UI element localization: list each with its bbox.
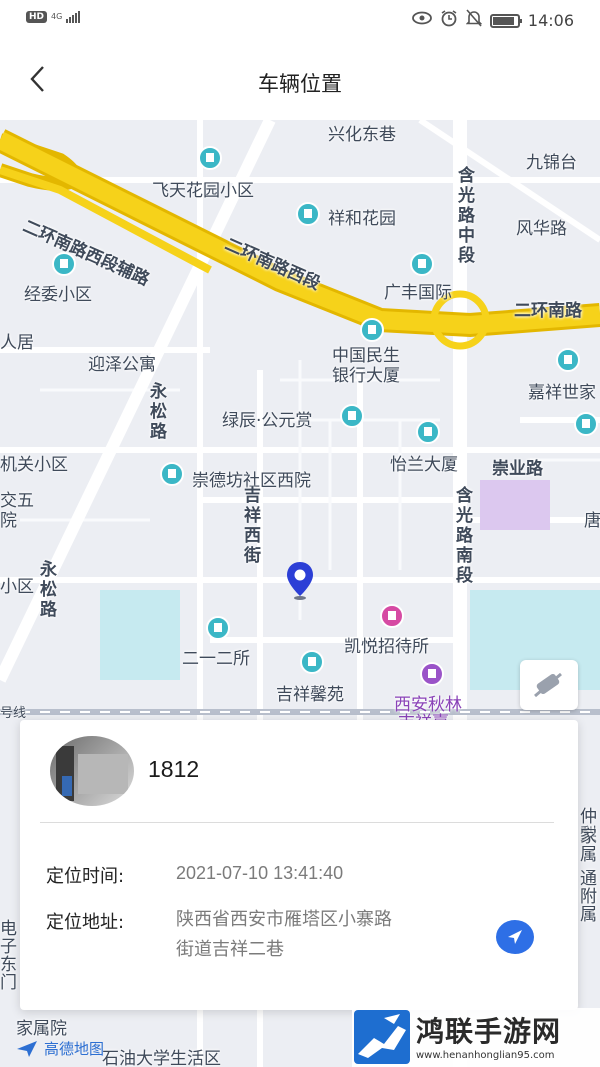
- poi-icon: [360, 318, 384, 342]
- poi-icon: [296, 202, 320, 226]
- vehicle-photo: [50, 736, 134, 806]
- poi-icon: [556, 348, 580, 372]
- map-label: 经委小区: [24, 285, 92, 305]
- map-label: 怡兰大厦: [390, 455, 458, 475]
- vehicle-name: 1812: [148, 756, 200, 782]
- poi-icon: [300, 650, 324, 674]
- map-label: 院: [0, 511, 17, 531]
- map-label: 嘉祥世家: [528, 383, 596, 403]
- map-label: 家属: [580, 827, 597, 865]
- watermark: 鸿联手游网 www.henanhonglian95.com: [352, 1008, 600, 1067]
- map-label: 吉祥馨苑: [276, 685, 344, 705]
- map-label: 九锦台: [526, 153, 577, 173]
- hd-badge: HD: [26, 10, 48, 23]
- page-title: 车辆位置: [258, 72, 342, 96]
- poi-icon: [52, 252, 76, 276]
- road-label: 崇业路: [492, 459, 543, 479]
- vehicle-info-card: 1812 定位时间: 2021-07-10 13:41:40 定位地址: 陕西省…: [20, 720, 578, 1010]
- divider: [40, 822, 554, 823]
- map-label: 广丰国际: [384, 283, 452, 303]
- road-label: 含光路南段: [456, 486, 473, 586]
- mall-icon: [420, 662, 444, 686]
- road-label: 含光路中段: [458, 166, 475, 266]
- road-label: 永松路: [40, 560, 57, 620]
- layers-icon: [534, 672, 562, 698]
- map-label: 人居: [0, 333, 34, 353]
- navigate-button[interactable]: [496, 920, 534, 954]
- clock: 14:06: [527, 11, 574, 30]
- poi-icon: [340, 404, 364, 428]
- map-label: 家属院: [16, 1019, 67, 1039]
- map-label: 附属: [580, 887, 597, 925]
- map-label: 号线: [0, 706, 27, 721]
- map-label: 迎泽公寓: [88, 355, 156, 375]
- status-bar: HD 4G 14:06: [0, 0, 600, 40]
- map-label: 祥和花园: [328, 209, 396, 229]
- location-address-line1: 陕西省西安市雁塔区小寨路: [176, 909, 392, 930]
- eye-icon: [411, 11, 432, 30]
- poi-icon: [410, 252, 434, 276]
- map-label: 凯悦招待所: [344, 637, 429, 657]
- poi-icon: [198, 146, 222, 170]
- map-label: 石油大学生活区: [102, 1049, 221, 1067]
- map-label: 机关小区: [0, 455, 68, 475]
- watermark-url: www.henanhonglian95.com: [416, 1050, 555, 1061]
- network-type: 4G: [51, 11, 63, 21]
- map-label: 兴化东巷: [328, 125, 396, 145]
- map-logo: 高德地图: [16, 1038, 104, 1059]
- location-pin-icon[interactable]: [284, 560, 316, 600]
- poi-icon: [206, 616, 230, 640]
- map-label: 中国民生银行大厦: [332, 346, 400, 386]
- signal-icon: [66, 10, 81, 23]
- poi-icon: [574, 412, 598, 436]
- nav-bar: 车辆位置: [0, 40, 600, 120]
- map-label: 风华路: [516, 219, 567, 239]
- battery-icon: [489, 13, 522, 28]
- map-label: 电子: [0, 919, 17, 957]
- map-label: 东门: [0, 955, 17, 993]
- status-right: 14:06: [411, 9, 574, 32]
- map-label: 小区: [0, 577, 34, 597]
- hotel-icon: [380, 604, 404, 628]
- layer-toggle-button[interactable]: [520, 660, 578, 710]
- map-label: 绿辰·公元赏: [222, 411, 313, 431]
- location-address-label: 定位地址:: [46, 912, 125, 933]
- mute-icon: [465, 9, 483, 32]
- road-label: 永松路: [150, 382, 167, 442]
- watermark-logo: [354, 1010, 410, 1064]
- map-label: 二一二所: [182, 649, 250, 669]
- map-label: 飞天花园小区: [152, 181, 254, 201]
- watermark-title: 鸿联手游网: [416, 1015, 562, 1048]
- poi-icon: [416, 420, 440, 444]
- location-address-line2: 街道吉祥二巷: [176, 939, 284, 960]
- navigate-arrow-icon: [508, 930, 522, 944]
- location-time-value: 2021-07-10 13:41:40: [176, 863, 344, 883]
- amap-logo-icon: [17, 1040, 37, 1057]
- location-time-label: 定位时间:: [46, 866, 125, 887]
- alarm-icon: [440, 9, 458, 32]
- road-label: 吉祥西街: [244, 486, 261, 566]
- road-label: 二环南路: [514, 301, 582, 321]
- map-logo-text: 高德地图: [44, 1040, 105, 1058]
- map-label: 唐: [584, 511, 600, 531]
- status-left: HD 4G: [26, 10, 81, 23]
- poi-icon: [160, 462, 184, 486]
